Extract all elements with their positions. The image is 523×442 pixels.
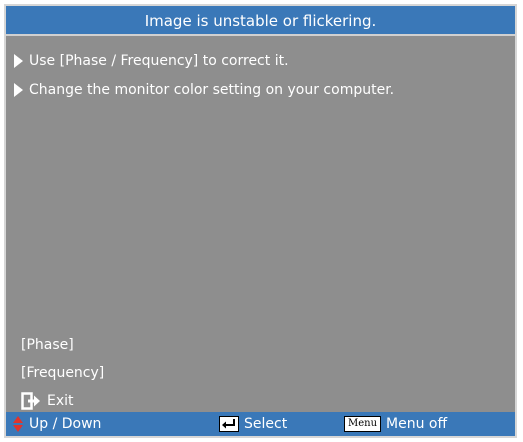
enter-key-icon	[219, 416, 239, 432]
osd-help-dialog: Image is unstable or flickering. Use [Ph…	[4, 4, 517, 438]
footer-bar: Up / Down Select Menu Menu off	[6, 412, 515, 436]
menu-item-exit[interactable]: Exit	[21, 390, 104, 412]
dialog-title: Image is unstable or flickering.	[6, 6, 515, 36]
triangle-right-icon	[14, 83, 23, 97]
footer-nav-hint: Up / Down	[12, 412, 101, 436]
footer-select-label: Select	[244, 416, 288, 432]
menu-item-phase[interactable]: [Phase]	[21, 334, 104, 356]
tip-text: Change the monitor color setting on your…	[29, 82, 395, 98]
tip-text: Use [Phase / Frequency] to correct it.	[29, 53, 289, 69]
footer-menu-label: Menu off	[386, 416, 448, 432]
up-down-arrow-icon	[13, 416, 23, 432]
menu-item-frequency[interactable]: [Frequency]	[21, 362, 104, 384]
menu-key-icon: Menu	[344, 416, 382, 432]
tips-list: Use [Phase / Frequency] to correct it. C…	[14, 49, 507, 107]
footer-nav-label: Up / Down	[29, 416, 102, 432]
tip-item-2: Change the monitor color setting on your…	[14, 78, 507, 102]
tip-item-1: Use [Phase / Frequency] to correct it.	[14, 49, 507, 73]
footer-select-hint: Select	[219, 412, 287, 436]
triangle-right-icon	[14, 54, 23, 68]
menu-list: [Phase] [Frequency] Exit	[21, 334, 104, 418]
exit-door-icon	[21, 392, 40, 410]
footer-menu-hint: Menu Menu off	[344, 412, 447, 436]
exit-label: Exit	[47, 393, 74, 409]
